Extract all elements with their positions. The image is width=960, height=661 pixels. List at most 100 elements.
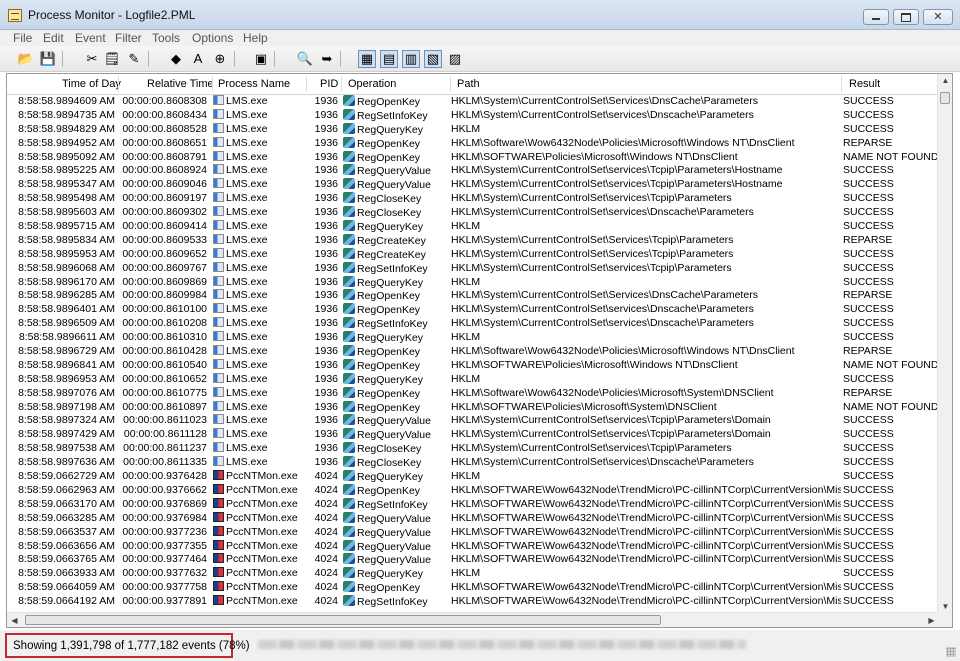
profiling-icon[interactable]: ▨ bbox=[446, 50, 464, 68]
table-row[interactable]: 8:58:58.9897538 AM 00:00:00.8611237 LMS.ex… bbox=[7, 442, 939, 456]
scroll-up-icon[interactable]: ▲ bbox=[938, 76, 952, 85]
table-row[interactable]: 8:58:58.9895953 AM 00:00:00.8609652 LMS.ex… bbox=[7, 247, 939, 262]
cell-relative-time: 00:00:00.8608308 bbox=[122, 95, 207, 107]
table-row[interactable]: 8:58:59.0662963 AM 00:00:00.9376662 PccNTM… bbox=[7, 483, 939, 498]
table-row[interactable]: 8:58:58.9896068 AM 00:00:00.8609767 LMS.ex… bbox=[7, 261, 939, 276]
vertical-scroll-thumb[interactable] bbox=[940, 92, 950, 104]
table-row[interactable]: 8:58:58.9895347 AM 00:00:00.8609046 LMS.ex… bbox=[7, 178, 939, 192]
pccntmon-process-icon bbox=[213, 567, 224, 578]
highlight-icon[interactable]: ◆ bbox=[167, 50, 185, 68]
cell-result: SUCCESS bbox=[843, 456, 894, 469]
table-row[interactable]: 8:58:58.9897324 AM 00:00:00.8611023 LMS.ex… bbox=[7, 414, 939, 428]
table-row[interactable]: 8:58:58.9895225 AM 00:00:00.8608924 LMS.ex… bbox=[7, 164, 939, 178]
table-row[interactable]: 8:58:58.9896729 AM 00:00:00.8610428 LMS.ex… bbox=[7, 345, 939, 359]
menu-filter[interactable]: Filter bbox=[115, 31, 142, 45]
table-row[interactable]: 8:58:58.9897636 AM 00:00:00.8611335 LMS.ex… bbox=[7, 456, 939, 470]
table-row[interactable]: 8:58:59.0663170 AM 00:00:00.9376869 PccNTM… bbox=[7, 497, 939, 512]
event-table: Time of Day Relative Time Process Name P… bbox=[6, 73, 953, 628]
registry-activity-icon[interactable]: ▦ bbox=[358, 50, 376, 68]
properties-icon[interactable]: ▣ bbox=[252, 50, 270, 68]
scroll-down-icon[interactable]: ▼ bbox=[938, 602, 952, 611]
column-pid[interactable]: PID bbox=[320, 78, 338, 90]
table-row[interactable]: 8:58:58.9896509 AM 00:00:00.8610208 LMS.ex… bbox=[7, 317, 939, 331]
table-row[interactable]: 8:58:58.9895834 AM 00:00:00.8609533 LMS.ex… bbox=[7, 233, 939, 248]
horizontal-scroll-thumb[interactable] bbox=[25, 615, 661, 625]
table-row[interactable]: 8:58:58.9895603 AM 00:00:00.8609302 LMS.ex… bbox=[7, 206, 939, 220]
close-button[interactable]: ✕ bbox=[923, 9, 953, 25]
cell-path: HKLM\System\CurrentControlSet\services\D… bbox=[451, 456, 754, 469]
table-row[interactable]: 8:58:58.9894735 AM 00:00:00.8608434 LMS.ex… bbox=[7, 108, 939, 123]
cell-path: HKLM\System\CurrentControlSet\services\T… bbox=[451, 164, 783, 177]
toolbar-separator bbox=[340, 51, 341, 67]
menu-tools[interactable]: Tools bbox=[152, 31, 180, 45]
clear-icon[interactable]: 🗒 bbox=[103, 50, 121, 68]
cell-time-of-day: 8:58:58.9895834 AM bbox=[18, 233, 115, 246]
lms-process-icon bbox=[213, 247, 224, 258]
autoscroll-icon[interactable]: ✂ bbox=[83, 50, 101, 68]
cell-relative-time: 00:00:00.8609984 bbox=[122, 289, 207, 302]
open-icon[interactable]: 📂 bbox=[17, 50, 35, 68]
table-row[interactable]: 8:58:58.9896953 AM 00:00:00.8610652 LMS.ex… bbox=[7, 372, 939, 387]
menu-file[interactable]: File bbox=[13, 31, 32, 45]
table-row[interactable]: 8:58:58.9894609 AM 00:00:00.8608308 LMS.ex… bbox=[7, 95, 939, 109]
table-row[interactable]: 8:58:59.0664192 AM 00:00:00.9377891 PccNTM… bbox=[7, 595, 939, 609]
menu-help[interactable]: Help bbox=[243, 31, 268, 45]
table-row[interactable]: 8:58:58.9896401 AM 00:00:00.8610100 LMS.ex… bbox=[7, 303, 939, 317]
vertical-scrollbar[interactable]: ▲ ▼ bbox=[937, 74, 952, 613]
column-process-name[interactable]: Process Name bbox=[218, 78, 290, 90]
menu-options[interactable]: Options bbox=[192, 31, 233, 45]
table-row[interactable]: 8:58:59.0663933 AM 00:00:00.9377632 PccNTM… bbox=[7, 567, 939, 581]
table-row[interactable]: 8:58:58.9895715 AM 00:00:00.8609414 LMS.ex… bbox=[7, 220, 939, 234]
cell-pid: 1936 bbox=[314, 428, 338, 441]
file-activity-icon[interactable]: ▤ bbox=[380, 50, 398, 68]
table-row[interactable]: 8:58:59.0663285 AM 00:00:00.9376984 PccNTM… bbox=[7, 511, 939, 526]
network-activity-icon[interactable]: ▥ bbox=[402, 50, 420, 68]
table-row[interactable]: 8:58:58.9895498 AM 00:00:00.8609197 LMS.ex… bbox=[7, 192, 939, 206]
scroll-left-icon[interactable]: ◀ bbox=[7, 616, 22, 625]
table-row[interactable]: 8:58:59.0663765 AM 00:00:00.9377464 PccNTM… bbox=[7, 553, 939, 567]
cell-time-of-day: 8:58:58.9897538 AM bbox=[18, 442, 115, 455]
minimize-button[interactable] bbox=[863, 9, 889, 25]
table-row[interactable]: 8:58:59.0662729 AM 00:00:00.9376428 PccNTM… bbox=[7, 470, 939, 484]
cell-pid: 1936 bbox=[314, 233, 338, 246]
process-name-text: PccNTMon.exe bbox=[226, 595, 298, 608]
cell-path: HKLM\System\CurrentControlSet\services\T… bbox=[451, 261, 732, 274]
resize-grip-icon[interactable] bbox=[946, 647, 956, 657]
jump-icon[interactable]: ➥ bbox=[318, 50, 336, 68]
column-relative-time[interactable]: Relative Time bbox=[147, 78, 214, 90]
table-row[interactable]: 8:58:58.9897429 AM 00:00:00.8611128 LMS.ex… bbox=[7, 428, 939, 442]
cell-time-of-day: 8:58:58.9896401 AM bbox=[18, 303, 115, 316]
column-operation[interactable]: Operation bbox=[348, 78, 396, 90]
cell-pid: 4024 bbox=[314, 525, 338, 538]
table-row[interactable]: 8:58:58.9895092 AM 00:00:00.8608791 LMS.ex… bbox=[7, 150, 939, 165]
table-row[interactable]: 8:58:58.9897198 AM 00:00:00.8610897 LMS.ex… bbox=[7, 400, 939, 415]
find-icon[interactable]: 🔍 bbox=[296, 50, 314, 68]
column-path[interactable]: Path bbox=[457, 78, 480, 90]
cell-result: SUCCESS bbox=[843, 372, 894, 385]
menu-event[interactable]: Event bbox=[75, 31, 106, 45]
table-row[interactable]: 8:58:58.9894952 AM 00:00:00.8608651 LMS.ex… bbox=[7, 136, 939, 151]
horizontal-scrollbar[interactable]: ◀ ▶ bbox=[7, 612, 939, 627]
operation-text: RegCreateKey bbox=[357, 234, 426, 247]
process-activity-icon[interactable]: ▧ bbox=[424, 50, 442, 68]
table-row[interactable]: 8:58:59.0664059 AM 00:00:00.9377758 PccNTM… bbox=[7, 581, 939, 595]
table-row[interactable]: 8:58:58.9896170 AM 00:00:00.8609869 LMS.ex… bbox=[7, 275, 939, 290]
table-row[interactable]: 8:58:58.9894829 AM 00:00:00.8608528 LMS.ex… bbox=[7, 122, 939, 137]
cell-relative-time: 00:00:00.8609767 bbox=[122, 261, 207, 274]
column-time-of-day[interactable]: Time of Day bbox=[62, 78, 121, 90]
table-row[interactable]: 8:58:58.9896611 AM 00:00:00.8610310 LMS.ex… bbox=[7, 331, 939, 345]
save-icon[interactable]: 💾 bbox=[39, 50, 57, 68]
text-color-icon[interactable]: A bbox=[189, 50, 207, 68]
table-row[interactable]: 8:58:58.9896285 AM 00:00:00.8609984 LMS.ex… bbox=[7, 289, 939, 303]
table-row[interactable]: 8:58:59.0663537 AM 00:00:00.9377236 PccNTM… bbox=[7, 525, 939, 540]
table-row[interactable]: 8:58:58.9897076 AM 00:00:00.8610775 LMS.ex… bbox=[7, 386, 939, 401]
process-tree-icon[interactable]: ⊕ bbox=[211, 50, 229, 68]
cell-result: REPARSE bbox=[843, 233, 893, 246]
cell-result: SUCCESS bbox=[843, 247, 894, 260]
maximize-button[interactable] bbox=[893, 9, 919, 25]
column-result[interactable]: Result bbox=[849, 78, 880, 90]
menu-edit[interactable]: Edit bbox=[43, 31, 64, 45]
table-row[interactable]: 8:58:58.9896841 AM 00:00:00.8610540 LMS.ex… bbox=[7, 358, 939, 373]
filter-icon[interactable]: ✎ bbox=[125, 50, 143, 68]
table-row[interactable]: 8:58:59.0663656 AM 00:00:00.9377355 PccNTM… bbox=[7, 539, 939, 554]
